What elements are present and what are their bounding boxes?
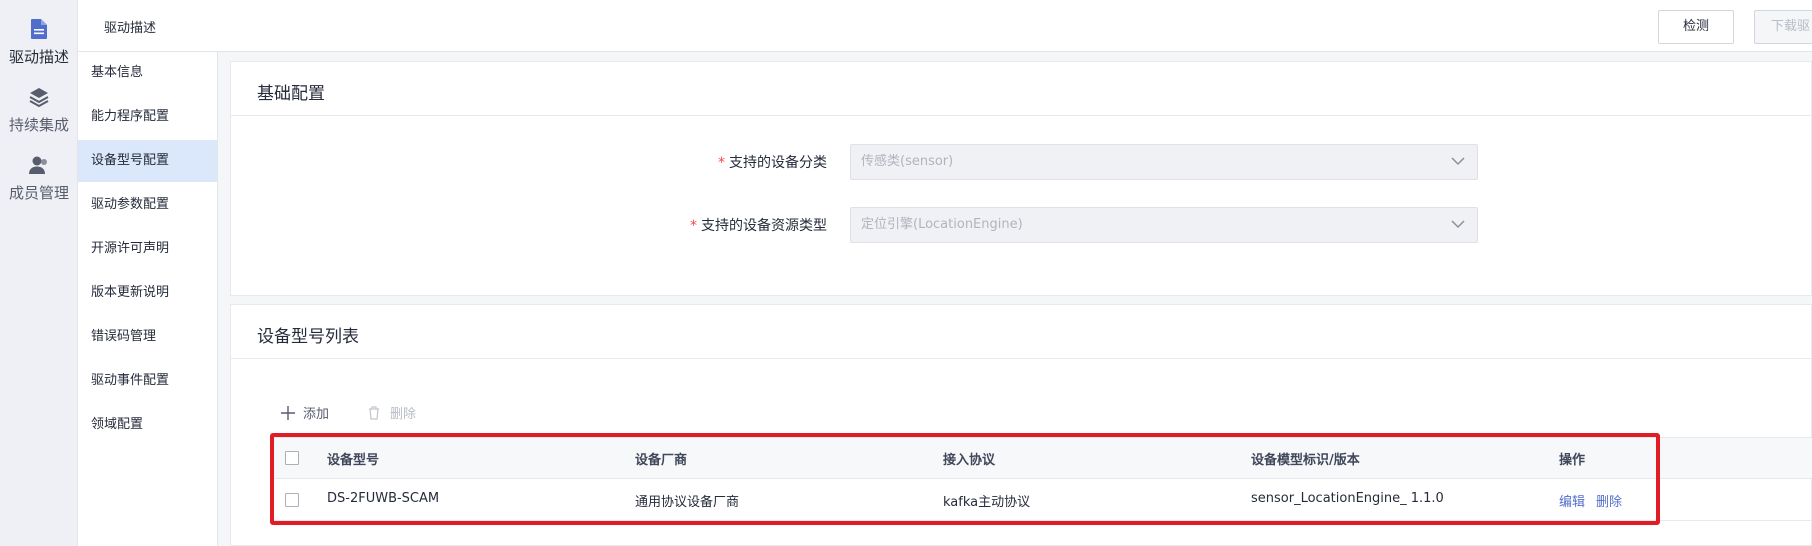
layers-icon <box>29 88 49 108</box>
nav-item-driver-events[interactable]: 驱动事件配置 <box>78 360 217 402</box>
user-icon <box>29 156 47 174</box>
trash-icon <box>369 406 379 420</box>
add-button[interactable]: 添加 <box>281 403 329 422</box>
leftbar-item-label: 驱动描述 <box>8 48 69 66</box>
leftbar-item-label: 成员管理 <box>8 184 69 202</box>
panel-title: 设备型号列表 <box>257 327 359 347</box>
top-bar: 驱动描述 检测 下载驱 <box>78 0 1812 52</box>
leftbar-item-label: 持续集成 <box>8 116 69 134</box>
nav-item-error-codes[interactable]: 错误码管理 <box>78 316 217 358</box>
bulk-delete-label: 删除 <box>390 407 417 422</box>
bulk-delete-button[interactable]: 删除 <box>368 403 416 422</box>
download-button[interactable]: 下载驱 <box>1754 10 1812 44</box>
leftbar-item-continuous-integration[interactable]: 持续集成 <box>0 86 78 135</box>
detect-button[interactable]: 检测 <box>1658 10 1734 44</box>
device-category-select[interactable]: 传感类(sensor) <box>850 144 1478 180</box>
field-label-text: 支持的设备分类 <box>729 155 827 171</box>
nav-item-driver-params[interactable]: 驱动参数配置 <box>78 184 217 226</box>
document-icon <box>31 19 47 39</box>
nav-item-open-source-license[interactable]: 开源许可声明 <box>78 228 217 270</box>
left-icon-bar: 驱动描述 持续集成 成员管理 <box>0 0 78 546</box>
leftbar-item-driver-description[interactable]: 驱动描述 <box>0 18 78 67</box>
add-button-label: 添加 <box>303 407 330 422</box>
select-value: 传感类(sensor) <box>861 154 954 169</box>
device-resource-type-label: * 支持的设备资源类型 <box>591 215 827 235</box>
field-label-text: 支持的设备资源类型 <box>701 218 827 234</box>
device-resource-type-select[interactable]: 定位引擎(LocationEngine) <box>850 207 1478 243</box>
config-nav: 基本信息 能力程序配置 设备型号配置 驱动参数配置 开源许可声明 版本更新说明 … <box>78 52 218 546</box>
nav-item-release-notes[interactable]: 版本更新说明 <box>78 272 217 314</box>
page-title: 驱动描述 <box>104 21 157 36</box>
nav-item-capability-config[interactable]: 能力程序配置 <box>78 96 217 138</box>
nav-item-domain-config[interactable]: 领域配置 <box>78 404 217 446</box>
highlight-box <box>270 433 1660 525</box>
basic-config-panel: 基础配置 * 支持的设备分类 传感类(sensor) * 支持的设备资源类型 定位引… <box>230 61 1812 296</box>
panel-header: 设备型号列表 <box>231 305 1811 359</box>
device-category-label: * 支持的设备分类 <box>611 152 827 172</box>
chevron-down-icon <box>1451 220 1465 229</box>
chevron-down-icon <box>1451 157 1465 166</box>
leftbar-item-members[interactable]: 成员管理 <box>0 154 78 203</box>
nav-item-device-model-config[interactable]: 设备型号配置 <box>78 140 217 182</box>
plus-icon <box>281 406 295 420</box>
panel-header: 基础配置 <box>231 62 1811 116</box>
nav-item-basic-info[interactable]: 基本信息 <box>78 52 217 94</box>
required-marker: * <box>690 218 697 234</box>
panel-title: 基础配置 <box>257 84 325 104</box>
select-value: 定位引擎(LocationEngine) <box>861 217 1023 232</box>
required-marker: * <box>718 155 725 171</box>
